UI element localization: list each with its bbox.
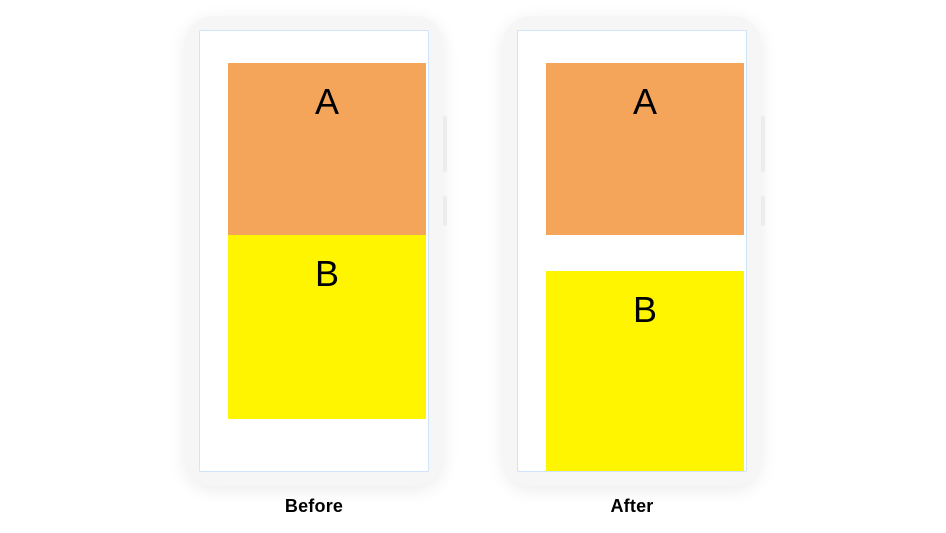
volume-button-icon	[443, 116, 447, 172]
phone-side-buttons	[443, 116, 447, 226]
power-button-icon	[443, 196, 447, 226]
block-a-after: A	[546, 63, 744, 235]
panel-after: A B After	[503, 16, 761, 517]
phone-frame-before: A B	[185, 16, 443, 486]
panel-before: A B Before	[185, 16, 443, 517]
volume-button-icon	[761, 116, 765, 172]
phone-side-buttons	[761, 116, 765, 226]
phone-screen-after: A B	[517, 30, 747, 472]
caption-after: After	[610, 496, 653, 517]
caption-before: Before	[285, 496, 343, 517]
power-button-icon	[761, 196, 765, 226]
phone-screen-before: A B	[199, 30, 429, 472]
block-b-before: B	[228, 235, 426, 419]
phone-frame-after: A B	[503, 16, 761, 486]
block-b-after: B	[546, 271, 744, 471]
block-a-before: A	[228, 63, 426, 235]
